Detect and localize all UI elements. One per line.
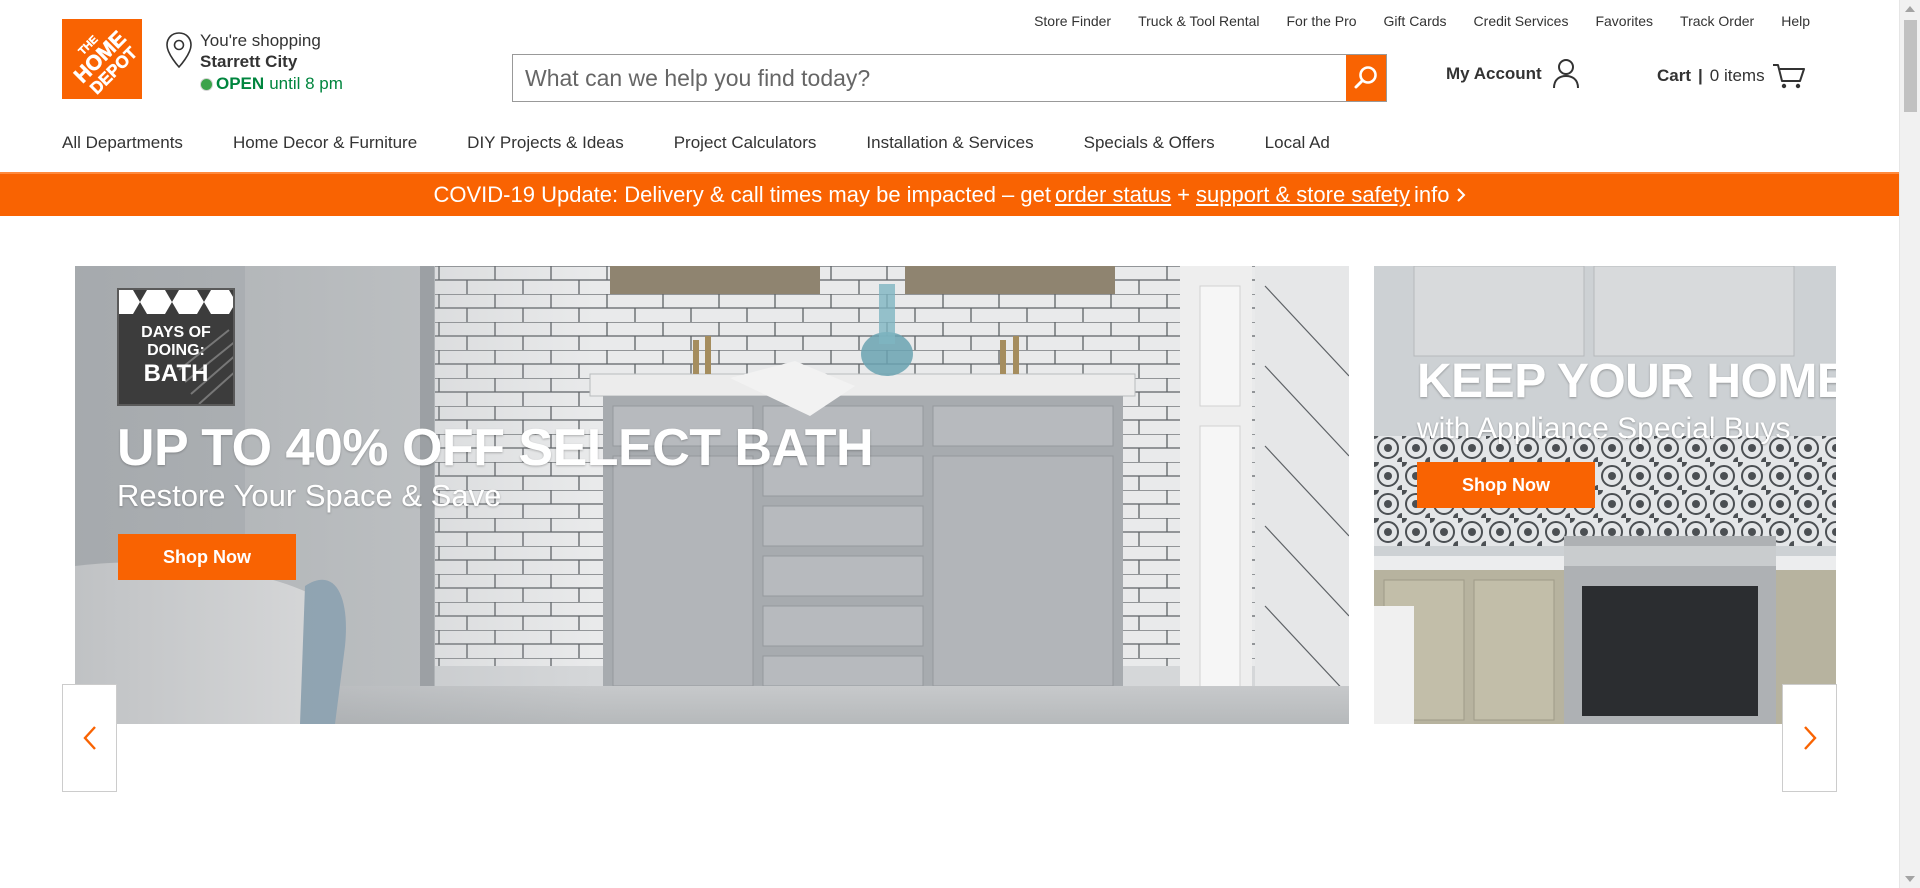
- covid-banner-info[interactable]: info: [1414, 182, 1449, 208]
- logo-mark-icon: THE HOME DEPOT: [62, 19, 142, 99]
- nav-home-decor-furniture[interactable]: Home Decor & Furniture: [233, 133, 417, 153]
- cart-icon: [1772, 64, 1805, 89]
- hero-banner-appliances[interactable]: KEEP YOUR HOME R with Appliance Special …: [1374, 266, 1836, 724]
- scrollbar-thumb[interactable]: [1904, 20, 1917, 112]
- scroll-down-arrow-icon[interactable]: [1905, 876, 1915, 882]
- location-pin-icon: [166, 32, 192, 69]
- hero-banner-bath[interactable]: DAYS OF DOING: BATH UP TO 40% OFF SELECT…: [75, 266, 1349, 724]
- days-of-doing-bath-badge: DAYS OF DOING: BATH: [117, 288, 235, 406]
- store-shopping-label: You're shopping: [200, 31, 321, 50]
- open-label: OPEN: [216, 74, 265, 93]
- search-bar: [512, 54, 1387, 102]
- search-input[interactable]: [513, 55, 1346, 101]
- hero-subtitle: Restore Your Space & Save: [117, 478, 502, 513]
- scroll-up-arrow-icon[interactable]: [1905, 6, 1915, 12]
- nav-installation-services[interactable]: Installation & Services: [866, 133, 1033, 153]
- order-status-link[interactable]: order status: [1055, 182, 1171, 208]
- hero-shop-now-button[interactable]: Shop Now: [118, 534, 296, 580]
- badge-line-1: DAYS OF: [141, 324, 211, 341]
- utility-link-gift-cards[interactable]: Gift Cards: [1384, 13, 1447, 29]
- utility-link-track-order[interactable]: Track Order: [1680, 13, 1754, 29]
- hero2-shop-now-button[interactable]: Shop Now: [1417, 462, 1595, 508]
- utility-link-help[interactable]: Help: [1781, 13, 1810, 29]
- cart-item-count: 0 items: [1709, 66, 1765, 85]
- page-scrollbar[interactable]: [1899, 0, 1920, 888]
- hero2-title: KEEP YOUR HOME R: [1417, 355, 1836, 408]
- chevron-right-icon: [1456, 188, 1465, 202]
- utility-link-credit-services[interactable]: Credit Services: [1474, 13, 1569, 29]
- covid-banner: COVID-19 Update: Delivery & call times m…: [0, 174, 1899, 216]
- utility-link-truck-tool-rental[interactable]: Truck & Tool Rental: [1138, 13, 1259, 29]
- hero2-subtitle: with Appliance Special Buys: [1417, 412, 1791, 445]
- my-account-label: My Account: [1446, 64, 1542, 83]
- nav-project-calculators[interactable]: Project Calculators: [674, 133, 817, 153]
- utility-link-store-finder[interactable]: Store Finder: [1034, 13, 1111, 29]
- cart-separator: |: [1698, 66, 1703, 85]
- nav-specials-offers[interactable]: Specials & Offers: [1084, 133, 1215, 153]
- chevron-right-icon: [1803, 726, 1817, 750]
- user-icon: [1552, 59, 1579, 89]
- badge-line-3: BATH: [143, 360, 209, 387]
- cart-label: Cart: [1657, 66, 1692, 85]
- search-icon: [1354, 66, 1377, 89]
- support-store-safety-link[interactable]: support & store safety: [1196, 182, 1410, 208]
- home-depot-logo[interactable]: THE HOME DEPOT: [62, 19, 142, 99]
- nav-all-departments[interactable]: All Departments: [62, 133, 183, 153]
- main-nav: All Departments Home Decor & Furniture D…: [62, 133, 1330, 153]
- open-status-dot-icon: [200, 77, 213, 91]
- nav-diy-projects-ideas[interactable]: DIY Projects & Ideas: [467, 133, 624, 153]
- hero-title: UP TO 40% OFF SELECT BATH: [117, 419, 874, 477]
- badge-line-2: DOING:: [147, 342, 205, 359]
- covid-banner-text: COVID-19 Update: Delivery & call times m…: [433, 182, 1051, 207]
- nav-local-ad[interactable]: Local Ad: [1265, 133, 1330, 153]
- carousel-prev-button[interactable]: [62, 684, 117, 792]
- cart-button[interactable]: Cart | 0 items: [1657, 62, 1806, 90]
- store-hours: OPEN until 8 pm: [200, 74, 343, 94]
- covid-banner-plus: +: [1177, 182, 1191, 207]
- utility-links: Store Finder Truck & Tool Rental For the…: [1034, 13, 1810, 29]
- store-name: Starrett City: [200, 52, 298, 71]
- carousel-next-button[interactable]: [1782, 684, 1837, 792]
- store-hours-text: until 8 pm: [269, 74, 343, 93]
- utility-link-favorites[interactable]: Favorites: [1595, 13, 1653, 29]
- search-button[interactable]: [1346, 55, 1386, 101]
- chevron-left-icon: [82, 726, 96, 750]
- utility-link-for-the-pro[interactable]: For the Pro: [1287, 13, 1357, 29]
- my-account-button[interactable]: My Account: [1446, 58, 1580, 90]
- site-header: THE HOME DEPOT You're shopping Starrett …: [0, 0, 1899, 174]
